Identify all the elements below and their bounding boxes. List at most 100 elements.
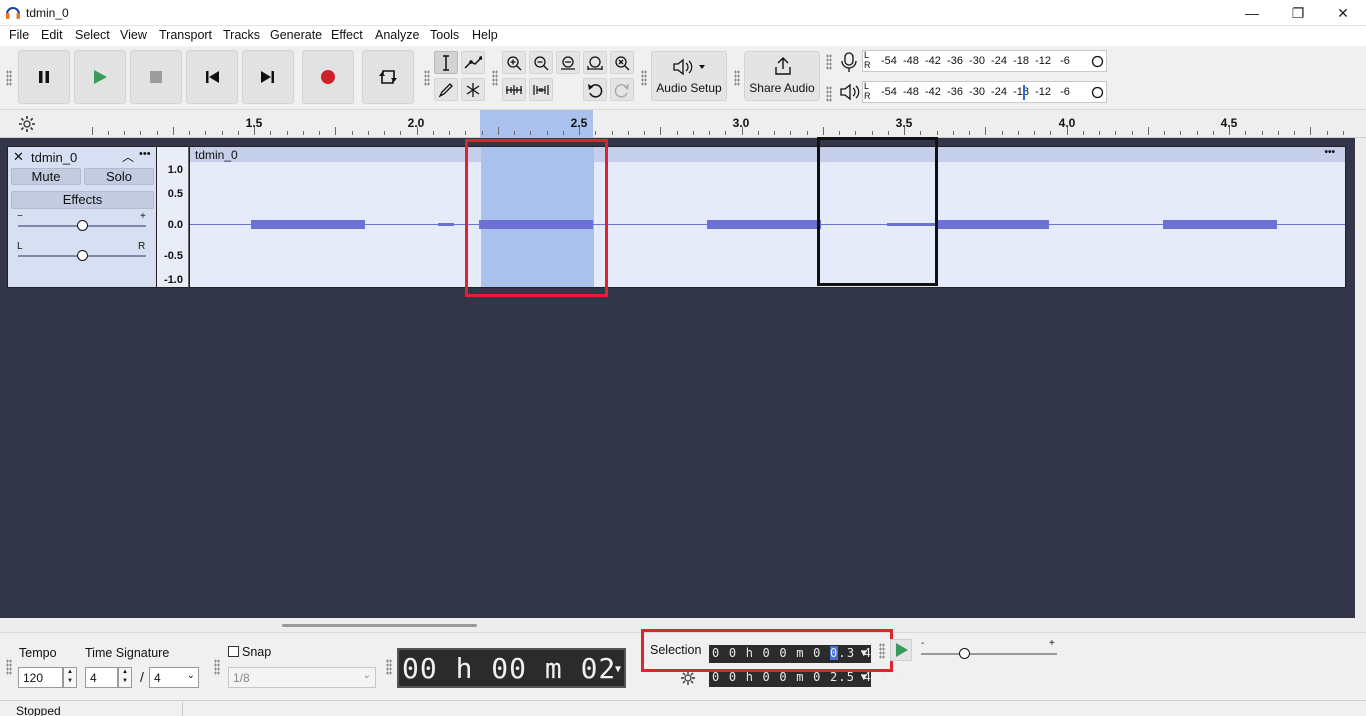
scale-label: 0.0 xyxy=(167,219,183,231)
ruler-tick xyxy=(693,131,694,135)
minimize-button[interactable]: — xyxy=(1229,0,1275,26)
selection-settings-gear-icon[interactable] xyxy=(680,670,696,686)
record-meter-button[interactable] xyxy=(838,51,860,73)
time-grip[interactable] xyxy=(386,659,392,675)
menu-generate[interactable]: Generate xyxy=(270,28,322,42)
trim-audio-button[interactable] xyxy=(502,78,526,101)
menu-edit[interactable]: Edit xyxy=(41,28,63,42)
track-menu-icon[interactable]: ••• xyxy=(139,148,151,160)
menu-tools[interactable]: Tools xyxy=(430,28,459,42)
time-display[interactable]: 00 h 00 m 02 s ▼ xyxy=(397,648,651,688)
scale-label: -0.5 xyxy=(164,250,183,262)
menu-select[interactable]: Select xyxy=(75,28,110,42)
audio-setup-button[interactable]: Audio Setup xyxy=(651,51,727,101)
play-at-speed-grip[interactable] xyxy=(879,643,885,659)
ruler-label: 2.0 xyxy=(407,116,425,130)
gain-slider-thumb[interactable] xyxy=(77,220,88,231)
amplitude-scale[interactable]: 1.0 0.5 0.0 -0.5 -1.0 xyxy=(157,146,189,288)
play-meter-grip[interactable] xyxy=(826,86,832,102)
maximize-button[interactable]: ❐ xyxy=(1275,0,1321,26)
snap-label: Snap xyxy=(242,645,272,659)
ruler-tick xyxy=(774,131,775,135)
zoom-in-button[interactable] xyxy=(502,51,526,74)
snap-checkbox[interactable] xyxy=(228,646,239,657)
fit-project-button[interactable] xyxy=(583,51,607,74)
playback-speed-thumb[interactable] xyxy=(959,648,970,659)
clip-title-bar[interactable]: tdmin_0 ••• xyxy=(190,147,1345,162)
ruler-tick xyxy=(1115,131,1116,135)
silence-audio-button[interactable] xyxy=(529,78,553,101)
gain-minus-label: − xyxy=(17,211,23,222)
skip-to-end-button[interactable] xyxy=(242,50,294,104)
ruler-tick xyxy=(969,131,970,135)
selection-tool-button[interactable] xyxy=(434,51,458,74)
share-upload-icon xyxy=(775,57,791,75)
close-button[interactable]: ✕ xyxy=(1320,0,1366,26)
skip-to-start-button[interactable] xyxy=(186,50,238,104)
playback-meter[interactable]: LR -54 -48 -42 -36 -30 -24 -18 -12 -6 xyxy=(862,81,1107,103)
vertical-scrollbar[interactable] xyxy=(1355,138,1366,618)
menu-analyze[interactable]: Analyze xyxy=(375,28,419,42)
record-button[interactable] xyxy=(302,50,354,104)
stop-button[interactable] xyxy=(130,50,182,104)
record-meter[interactable]: LR -54 -48 -42 -36 -30 -24 -18 -12 -6 xyxy=(862,50,1107,72)
timeline-ruler[interactable]: 1.5 2.0 2.5 3.0 3.5 4.0 4.5 xyxy=(0,110,1366,138)
time-signature-numerator[interactable]: 4 xyxy=(85,667,118,688)
effects-button[interactable]: Effects xyxy=(11,191,154,209)
track-close-icon[interactable]: ✕ xyxy=(13,149,24,165)
toolbar-grip[interactable] xyxy=(6,70,12,86)
play-meter-button[interactable] xyxy=(838,81,860,103)
numerator-spinner[interactable]: ▲ ▼ xyxy=(118,667,132,688)
mute-button[interactable]: Mute xyxy=(11,168,81,185)
menu-view[interactable]: View xyxy=(120,28,147,42)
ruler-tick xyxy=(1083,131,1084,135)
edit-grip[interactable] xyxy=(492,70,498,86)
audio-clip[interactable]: tdmin_0 ••• xyxy=(189,146,1346,288)
snap-grip[interactable] xyxy=(214,659,220,675)
snap-select[interactable]: 1/8 ⌄ xyxy=(228,667,376,688)
timeline-settings-gear-icon[interactable] xyxy=(18,115,36,133)
chevron-down-icon: ⌄ xyxy=(186,670,195,681)
share-audio-button[interactable]: Share Audio xyxy=(744,51,820,101)
playback-speed-slider[interactable] xyxy=(921,653,1057,655)
share-grip[interactable] xyxy=(734,70,740,86)
time-display-dropdown-icon[interactable]: ▼ xyxy=(615,664,621,675)
fit-selection-button[interactable] xyxy=(556,51,580,74)
solo-button[interactable]: Solo xyxy=(84,168,154,185)
track-control-panel: ✕ tdmin_0 ︿ ••• Mute Solo Effects − + L … xyxy=(7,146,157,288)
envelope-tool-button[interactable] xyxy=(461,51,485,74)
play-button[interactable] xyxy=(74,50,126,104)
time-signature-denominator[interactable]: 4 ⌄ xyxy=(149,667,199,688)
play-at-speed-button[interactable] xyxy=(890,639,912,661)
menu-tracks[interactable]: Tracks xyxy=(223,28,260,42)
status-text: Stopped xyxy=(16,704,61,716)
pan-slider-thumb[interactable] xyxy=(77,250,88,261)
pause-button[interactable] xyxy=(18,50,70,104)
record-meter-grip[interactable] xyxy=(826,54,832,70)
ruler-tick xyxy=(92,127,93,135)
draw-tool-button[interactable] xyxy=(434,78,458,101)
loop-button[interactable] xyxy=(362,50,414,104)
multi-tool-button[interactable] xyxy=(461,78,485,101)
menu-help[interactable]: Help xyxy=(472,28,498,42)
record-meter-knob-icon xyxy=(1091,55,1104,68)
horizontal-scroll-thumb[interactable] xyxy=(282,624,477,627)
zoom-toggle-button[interactable] xyxy=(610,51,634,74)
tools-grip[interactable] xyxy=(424,70,430,86)
ruler-tick xyxy=(400,131,401,135)
ruler-tick xyxy=(628,131,629,135)
tempo-grip[interactable] xyxy=(6,659,12,675)
track-name[interactable]: tdmin_0 xyxy=(31,150,77,165)
zoom-out-button[interactable] xyxy=(529,51,553,74)
track-collapse-icon[interactable]: ︿ xyxy=(122,148,134,165)
menu-file[interactable]: File xyxy=(9,28,29,42)
menu-transport[interactable]: Transport xyxy=(159,28,212,42)
clip-menu-icon[interactable]: ••• xyxy=(1324,147,1335,158)
tempo-spinner[interactable]: ▲ ▼ xyxy=(63,667,77,688)
tempo-input[interactable]: 120 xyxy=(18,667,63,688)
ruler-tick xyxy=(1148,127,1149,135)
menu-effect[interactable]: Effect xyxy=(331,28,363,42)
audio-setup-grip[interactable] xyxy=(641,70,647,86)
undo-button[interactable] xyxy=(583,78,607,101)
redo-button[interactable] xyxy=(610,78,634,101)
